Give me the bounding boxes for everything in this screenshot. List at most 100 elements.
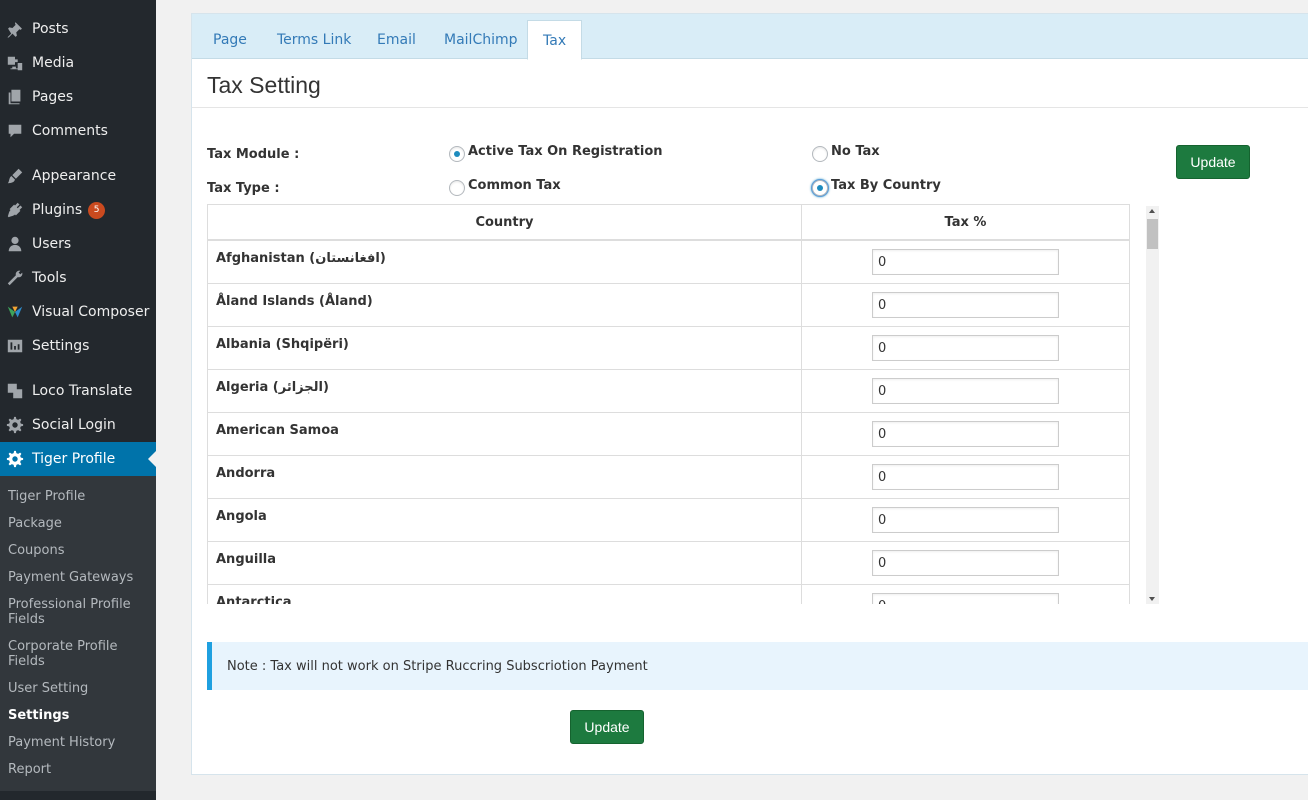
table-row: Albania (Shqipëri): [208, 327, 1129, 370]
sidebar-item-label: Settings: [32, 338, 90, 354]
tax-input[interactable]: [872, 292, 1059, 318]
sidebar-item-comments[interactable]: Comments: [0, 114, 156, 148]
submenu-item-payment-history[interactable]: Payment History: [8, 735, 148, 750]
country-cell: Angola: [208, 499, 802, 541]
admin-sidebar: Posts Media Pages Comments Appearance Pl…: [0, 0, 156, 800]
gear-icon: [5, 415, 25, 435]
update-button-top[interactable]: Update: [1176, 145, 1250, 179]
submenu-item-package[interactable]: Package: [8, 516, 148, 531]
tab-tax[interactable]: Tax: [527, 20, 583, 60]
tax-cell: [802, 241, 1129, 283]
tax-input[interactable]: [872, 249, 1059, 275]
comment-icon: [5, 121, 25, 141]
sidebar-item-posts[interactable]: Posts: [0, 12, 156, 46]
brush-icon: [5, 166, 25, 186]
table-row: Anguilla: [208, 542, 1129, 585]
submenu-item-settings[interactable]: Settings: [8, 708, 148, 723]
tax-cell: [802, 327, 1129, 369]
settings-tabs: Page Terms Link Email MailChimp Tax: [192, 14, 1308, 60]
tab-email[interactable]: Email: [362, 20, 431, 60]
page-title: Tax Setting: [207, 72, 321, 98]
table-row: Andorra: [208, 456, 1129, 499]
settings-icon: [5, 336, 25, 356]
tax-input[interactable]: [872, 507, 1059, 533]
sidebar-item-label: Social Login: [32, 417, 116, 433]
sidebar-item-social-login[interactable]: Social Login: [0, 408, 156, 442]
tax-input[interactable]: [872, 421, 1059, 447]
sidebar-item-appearance[interactable]: Appearance: [0, 159, 156, 193]
table-row: Algeria (الجزائر): [208, 370, 1129, 413]
column-header-country: Country: [208, 205, 802, 239]
tax-cell: [802, 542, 1129, 584]
tab-terms-link[interactable]: Terms Link: [262, 20, 366, 60]
table-row: American Samoa: [208, 413, 1129, 456]
plugin-icon: [5, 200, 25, 220]
sidebar-item-label: Comments: [32, 123, 108, 139]
tax-module-active-option[interactable]: Active Tax On Registration: [449, 140, 663, 162]
tax-cell: [802, 413, 1129, 455]
sidebar-item-label: Users: [32, 236, 72, 252]
tax-module-none-option[interactable]: No Tax: [812, 140, 880, 162]
sidebar-item-plugins[interactable]: Plugins 5: [0, 193, 156, 227]
radio-label: Tax By Country: [831, 177, 941, 193]
submenu-item-coupons[interactable]: Coupons: [8, 543, 148, 558]
sidebar-item-tiger-profile[interactable]: Tiger Profile: [0, 442, 156, 476]
sidebar-item-visual-composer[interactable]: Visual Composer: [0, 295, 156, 329]
tax-type-common-radio[interactable]: [449, 180, 465, 196]
sidebar-item-label: Appearance: [32, 168, 117, 184]
sidebar-item-users[interactable]: Users: [0, 227, 156, 261]
wrench-icon: [5, 268, 25, 288]
tab-page[interactable]: Page: [198, 20, 262, 60]
tax-input[interactable]: [872, 593, 1059, 604]
update-button-bottom[interactable]: Update: [570, 710, 644, 744]
tax-table-scrollbar[interactable]: [1146, 206, 1159, 604]
tax-module-none-radio[interactable]: [812, 146, 828, 162]
sidebar-item-tools[interactable]: Tools: [0, 261, 156, 295]
tax-input[interactable]: [872, 378, 1059, 404]
tab-mailchimp[interactable]: MailChimp: [429, 20, 533, 60]
tax-module-active-radio[interactable]: [449, 146, 465, 162]
radio-label: Common Tax: [468, 177, 561, 193]
tax-type-common-option[interactable]: Common Tax: [449, 174, 561, 196]
radio-label: Active Tax On Registration: [468, 143, 663, 159]
tax-table: Country Tax % Afghanistan (افغانستان) Ål…: [207, 204, 1130, 604]
settings-panel: Page Terms Link Email MailChimp Tax Tax …: [191, 13, 1308, 775]
tax-type-by-country-radio[interactable]: [812, 180, 828, 196]
submenu-item-user-setting[interactable]: User Setting: [8, 681, 148, 696]
sidebar-item-loco-translate[interactable]: Loco Translate: [0, 374, 156, 408]
submenu-item-professional-profile-fields[interactable]: Professional Profile Fields: [8, 597, 148, 627]
media-icon: [5, 53, 25, 73]
submenu-item-tiger-profile[interactable]: Tiger Profile: [8, 489, 148, 504]
table-row: Antarctica: [208, 585, 1129, 604]
sidebar-item-pages[interactable]: Pages: [0, 80, 156, 114]
country-cell: Albania (Shqipëri): [208, 327, 802, 369]
sidebar-item-label: Media: [32, 55, 75, 71]
tax-cell: [802, 456, 1129, 498]
pin-icon: [5, 19, 25, 39]
tax-type-label: Tax Type :: [207, 181, 280, 196]
sidebar-item-settings[interactable]: Settings: [0, 329, 156, 363]
scroll-down-arrow-icon[interactable]: [1149, 597, 1155, 601]
country-cell: Åland Islands (Åland): [208, 284, 802, 326]
gear-icon: [5, 449, 25, 469]
submenu-item-payment-gateways[interactable]: Payment Gateways: [8, 570, 148, 585]
country-cell: Antarctica: [208, 585, 802, 604]
column-header-tax: Tax %: [944, 214, 987, 230]
tax-input[interactable]: [872, 550, 1059, 576]
tax-table-scroll-area[interactable]: Country Tax % Afghanistan (افغانستان) Ål…: [207, 204, 1162, 604]
stripe-note: Note : Tax will not work on Stripe Ruccr…: [207, 642, 1308, 690]
tax-input[interactable]: [872, 335, 1059, 361]
submenu-item-report[interactable]: Report: [8, 762, 148, 777]
tax-cell: [802, 585, 1129, 604]
submenu-item-corporate-profile-fields[interactable]: Corporate Profile Fields: [8, 639, 148, 669]
sidebar-item-media[interactable]: Media: [0, 46, 156, 80]
scrollbar-thumb[interactable]: [1147, 219, 1158, 249]
tax-cell: [802, 370, 1129, 412]
table-header: Country Tax %: [208, 205, 1129, 241]
tax-input[interactable]: [872, 464, 1059, 490]
tax-type-by-country-option[interactable]: Tax By Country: [812, 174, 941, 196]
country-cell: Algeria (الجزائر): [208, 370, 802, 412]
scroll-up-arrow-icon[interactable]: [1149, 209, 1155, 213]
visual-composer-icon: [5, 302, 25, 322]
user-icon: [5, 234, 25, 254]
